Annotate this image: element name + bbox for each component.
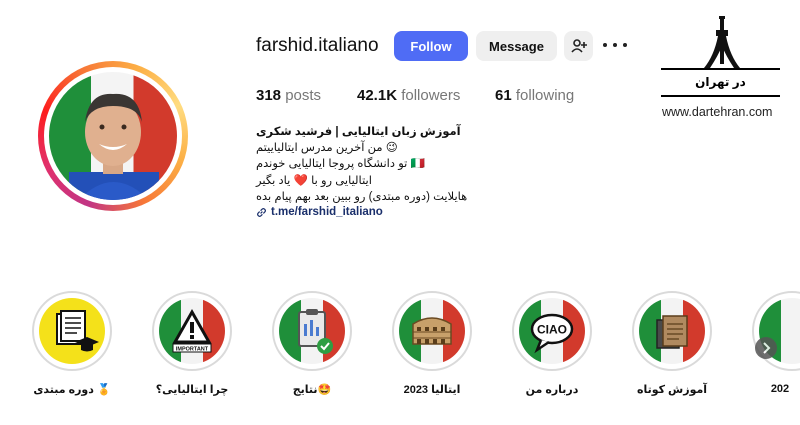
- story-highlight[interactable]: آموزش کوتاه: [632, 291, 716, 396]
- watermark-brand: در تهران: [661, 68, 780, 97]
- story-highlight[interactable]: نتایج🤩: [272, 291, 356, 396]
- highlight-ring: [32, 291, 112, 371]
- dot-icon: [613, 43, 617, 47]
- avatar-border: [44, 67, 182, 205]
- highlight-ring: IMPORTANT: [152, 291, 232, 371]
- posts-value: 318: [256, 87, 282, 104]
- link-icon: [257, 207, 266, 217]
- profile-avatar[interactable]: [38, 61, 188, 211]
- course-book-icon: [56, 310, 99, 352]
- highlight-label: ایتالیا 2023: [403, 384, 461, 396]
- highlight-cover: [639, 298, 705, 364]
- highlight-cover: [279, 298, 345, 364]
- ciao-bubble-text: CIAO: [537, 323, 567, 337]
- bio-display-name: آموزش زبان ایتالیایی | فرشید شکری: [256, 126, 461, 138]
- highlight-cover: IMPORTANT: [159, 298, 225, 364]
- story-highlight[interactable]: CIAO درباره من: [512, 291, 596, 396]
- add-person-icon: [570, 39, 587, 53]
- watermark-url: www.dartehran.com: [662, 105, 773, 119]
- highlight-label: نتایج🤩: [292, 384, 332, 396]
- dot-icon: [603, 43, 607, 47]
- following-value: 61: [495, 87, 512, 104]
- highlight-ring: CIAO: [512, 291, 592, 371]
- bio-line: 😉 من آخرین مدرس ایتالیاییتم: [256, 142, 398, 154]
- bio-line: هایلایت (دوره مبتدی) رو ببین بعد بهم پیا…: [256, 191, 468, 203]
- story-highlight[interactable]: ایتالیا 2023: [392, 291, 476, 396]
- highlight-label: چرا ایتالیایی؟: [155, 384, 229, 396]
- profile-username: farshid.italiano: [256, 35, 379, 56]
- highlight-label: درباره من: [525, 384, 579, 396]
- highlight-cover: CIAO: [519, 298, 585, 364]
- important-warning-icon: IMPORTANT: [172, 308, 212, 353]
- colosseum-icon: [412, 317, 452, 345]
- followers-value: 42.1K: [357, 87, 398, 104]
- results-clipboard-icon: [298, 309, 333, 354]
- milad-tower-icon: [704, 16, 740, 68]
- story-highlight[interactable]: دوره مبتدی 🏅: [32, 291, 116, 396]
- follow-button[interactable]: Follow: [394, 31, 468, 61]
- highlight-ring: [752, 291, 800, 371]
- highlight-ring: [632, 291, 712, 371]
- highlight-label: دوره مبتدی 🏅: [33, 384, 111, 396]
- chevron-right-icon: [763, 342, 771, 354]
- highlights-next-arrow[interactable]: [755, 337, 777, 359]
- posts-count: 318 posts: [256, 87, 321, 104]
- bio-link[interactable]: t.me/farshid_italiano: [256, 206, 383, 218]
- bio-line: 🇮🇹 تو دانشگاه پروجا ایتالیایی خوندم: [256, 158, 425, 170]
- bio-link-text: t.me/farshid_italiano: [271, 206, 383, 218]
- highlight-ring: [392, 291, 472, 371]
- avatar-photo: [49, 72, 177, 200]
- more-options-button[interactable]: [603, 38, 627, 52]
- highlight-ring: [272, 291, 352, 371]
- dot-icon: [623, 43, 627, 47]
- suggested-accounts-button[interactable]: [564, 31, 593, 61]
- followers-count[interactable]: 42.1K followers: [357, 87, 460, 104]
- bio-line: ایتالیایی رو با ❤️ یاد بگیر: [256, 175, 372, 187]
- message-button[interactable]: Message: [476, 31, 557, 61]
- highlight-cover: [39, 298, 105, 364]
- highlight-label: آموزش کوتاه: [636, 384, 708, 396]
- story-highlight[interactable]: 202: [752, 291, 800, 395]
- important-badge-text: IMPORTANT: [176, 347, 209, 353]
- highlight-label: 202: [770, 383, 790, 395]
- followers-label: followers: [401, 87, 461, 104]
- following-label: following: [515, 87, 575, 104]
- following-count[interactable]: 61 following: [495, 87, 574, 104]
- notebook-icon: [656, 315, 688, 349]
- posts-label: posts: [285, 87, 322, 104]
- story-highlight[interactable]: IMPORTANT چرا ایتالیایی؟: [152, 291, 236, 396]
- highlight-cover: [399, 298, 465, 364]
- ciao-speech-bubble-icon: CIAO: [530, 313, 574, 354]
